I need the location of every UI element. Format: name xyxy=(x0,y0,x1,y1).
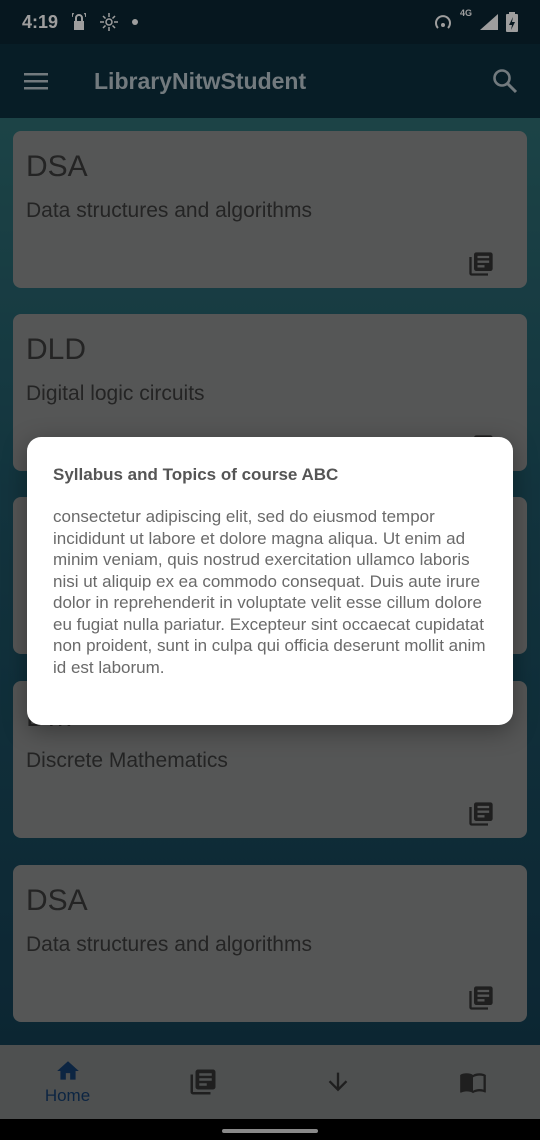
dialog-body: consectetur adipiscing elit, sed do eius… xyxy=(53,507,486,677)
syllabus-dialog: Syllabus and Topics of course ABC consec… xyxy=(27,437,513,725)
dialog-title: Syllabus and Topics of course ABC xyxy=(53,465,339,484)
